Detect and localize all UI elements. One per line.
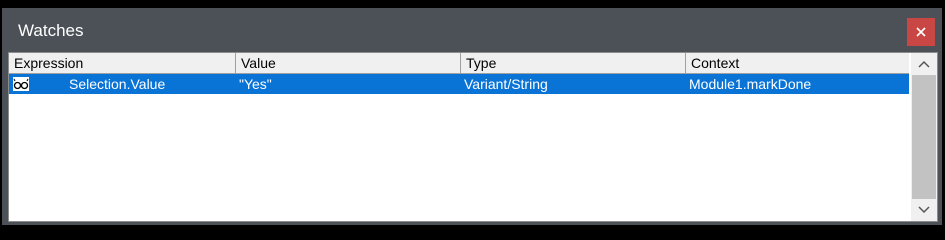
scroll-thumb[interactable] xyxy=(912,75,936,199)
column-header-type[interactable]: Type xyxy=(461,53,686,73)
watch-value: "Yes" xyxy=(239,76,272,92)
column-header-row: Expression Value Type Context xyxy=(9,53,909,74)
watch-context: Module1.markDone xyxy=(689,76,812,92)
column-header-value[interactable]: Value xyxy=(236,53,461,73)
watch-row[interactable]: Selection.Value "Yes" Variant/String Mod… xyxy=(9,74,909,94)
watch-list[interactable]: Expression Value Type Context Selection.… xyxy=(8,52,938,222)
chevron-up-icon xyxy=(918,60,930,68)
watch-expression: Selection.Value xyxy=(69,76,166,92)
chevron-down-icon xyxy=(918,206,930,214)
scroll-up-button[interactable] xyxy=(911,53,937,75)
window-title: Watches xyxy=(18,21,84,40)
close-icon xyxy=(916,27,926,37)
watch-type: Variant/String xyxy=(464,76,548,92)
watch-glasses-icon xyxy=(13,77,29,91)
column-header-context[interactable]: Context xyxy=(686,53,909,73)
close-button[interactable] xyxy=(907,18,935,46)
watches-window: Watches Expression Value Type Context Se… xyxy=(2,8,942,225)
vertical-scrollbar[interactable] xyxy=(911,53,937,221)
scroll-down-button[interactable] xyxy=(911,199,937,221)
column-header-expression[interactable]: Expression xyxy=(9,53,236,73)
title-bar[interactable]: Watches xyxy=(2,8,942,52)
